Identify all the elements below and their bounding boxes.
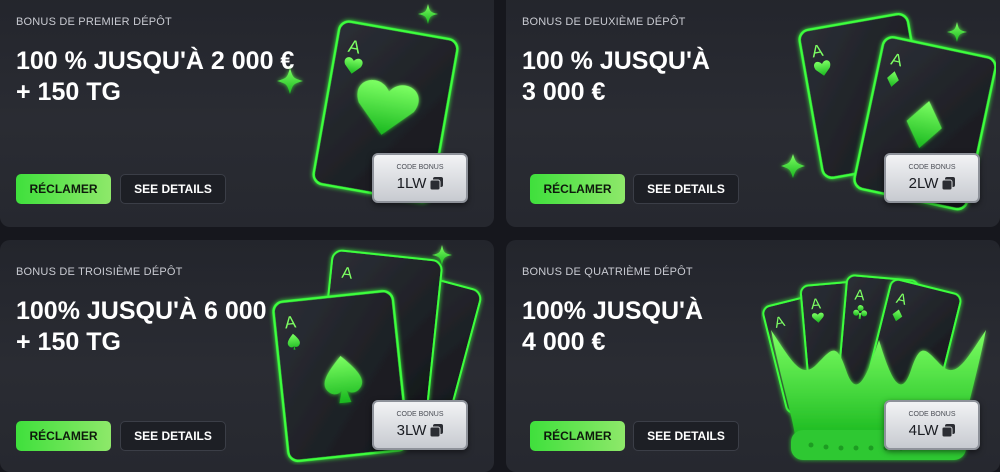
card-letter: A [341,265,354,283]
card-letter: A [810,295,821,313]
code-label: CODE BONUS [908,164,956,171]
bonus-card-fourth-deposit: BONUS DE QUATRIÈME DÉPÔT 100% JUSQU'À 4 … [506,240,1000,472]
bonus-card-third-deposit: BONUS DE TROISIÈME DÉPÔT 100% JUSQU'À 6 … [0,240,494,472]
code-label: CODE BONUS [396,411,444,418]
code-value: 2LW [908,175,939,192]
see-details-button[interactable]: SEE DETAILS [633,174,739,204]
sparkle-icon [418,4,438,24]
bonus-code-box[interactable]: CODE BONUS 4LW [884,400,980,450]
bonus-code-box[interactable]: CODE BONUS 1LW [372,153,468,203]
claim-button[interactable]: RÉCLAMER [16,174,111,204]
bonus-code-box[interactable]: CODE BONUS 2LW [884,153,980,203]
sparkle-icon [277,68,303,94]
code-label: CODE BONUS [908,411,956,418]
code-value: 4LW [908,422,939,439]
see-details-button[interactable]: SEE DETAILS [120,174,226,204]
see-details-button[interactable]: SEE DETAILS [633,421,739,451]
card-letter: A [854,287,865,305]
claim-button[interactable]: RÉCLAMER [530,174,625,204]
card-eyebrow: BONUS DE TROISIÈME DÉPÔT [16,266,183,278]
card-eyebrow: BONUS DE DEUXIÈME DÉPÔT [522,16,686,28]
code-value: 3LW [396,422,427,439]
sparkle-icon [947,22,967,42]
code-label: CODE BONUS [396,164,444,171]
copy-icon[interactable] [430,424,444,437]
claim-button[interactable]: RÉCLAMER [530,421,625,451]
code-value: 1LW [396,175,427,192]
copy-icon[interactable] [942,177,956,190]
bonus-card-second-deposit: BONUS DE DEUXIÈME DÉPÔT 100 % JUSQU'À 3 … [506,0,1000,227]
see-details-button[interactable]: SEE DETAILS [120,421,226,451]
card-eyebrow: BONUS DE QUATRIÈME DÉPÔT [522,266,693,278]
copy-icon[interactable] [430,177,444,190]
sparkle-icon [781,154,805,178]
bonus-card-first-deposit: BONUS DE PREMIER DÉPÔT 100 % JUSQU'À 2 0… [0,0,494,227]
claim-button[interactable]: RÉCLAMER [16,421,111,451]
bonus-code-box[interactable]: CODE BONUS 3LW [372,400,468,450]
card-eyebrow: BONUS DE PREMIER DÉPÔT [16,16,172,28]
copy-icon[interactable] [942,424,956,437]
